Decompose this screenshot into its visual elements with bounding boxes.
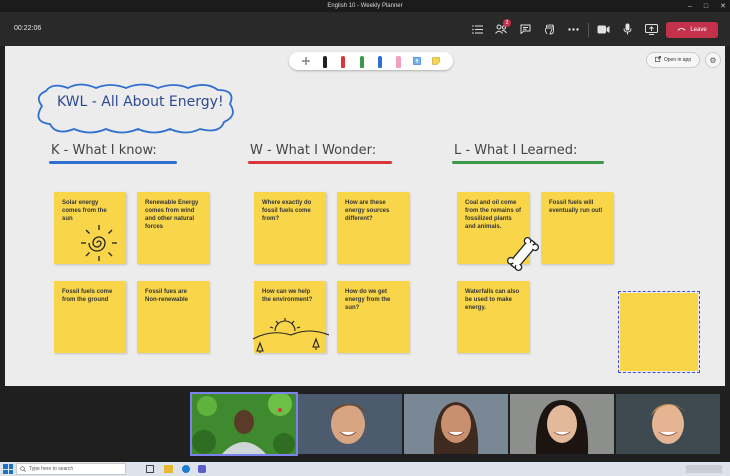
note-text: Fossil fuels come from the ground: [62, 289, 113, 303]
sticky-note-icon[interactable]: [431, 55, 440, 68]
more-icon[interactable]: [566, 22, 580, 36]
bone-doodle-icon: [506, 236, 540, 272]
participant-video-tile[interactable]: [404, 394, 508, 454]
sun-doodle-icon: [81, 225, 117, 261]
participant-video-tile[interactable]: [190, 392, 298, 456]
search-icon: [20, 466, 26, 474]
column-heading-learned: L - What I Learned:: [454, 143, 578, 158]
sticky-note[interactable]: Waterfalls can also be used to make ener…: [457, 281, 529, 353]
system-tray: [686, 465, 722, 473]
green-pen-icon[interactable]: [357, 55, 366, 68]
pen-toolbar: [289, 52, 453, 70]
sticky-note[interactable]: Renewable Energy comes from wind and oth…: [137, 192, 209, 264]
share-icon[interactable]: [644, 22, 658, 36]
note-text: Fossil fuels will eventually run out!: [549, 200, 603, 214]
search-placeholder: Type here to search: [29, 466, 74, 472]
note-text: Coal and oil come from the remains of fo…: [465, 200, 522, 230]
file-explorer-icon[interactable]: [164, 465, 173, 473]
black-pen-icon[interactable]: [320, 55, 329, 68]
note-text: Renewable Energy comes from wind and oth…: [145, 200, 199, 230]
gear-icon[interactable]: ⚙: [705, 52, 721, 68]
maximize-icon[interactable]: □: [704, 3, 708, 10]
insert-image-icon[interactable]: [413, 55, 422, 68]
underline-learned: [452, 161, 604, 164]
window-controls: – □ ✕: [688, 0, 726, 12]
people-count-badge: 2: [503, 19, 511, 27]
window-titlebar: English 10 - Weekly Planner – □ ✕: [0, 0, 730, 12]
underline-wonder: [248, 161, 392, 164]
leave-label: Leave: [690, 27, 707, 33]
sticky-note[interactable]: Where exactly do fossil fuels come from?: [254, 192, 326, 264]
chat-icon[interactable]: [518, 22, 532, 36]
windows-taskbar: Type here to search: [0, 462, 730, 476]
participant-video-tile[interactable]: [298, 394, 402, 454]
participant-video-strip: [0, 386, 730, 462]
sticky-note[interactable]: Fossil fuels come from the ground: [54, 281, 126, 353]
note-text: Solar energy comes from the sun: [62, 200, 107, 222]
sticky-note[interactable]: Fossil fuels will eventually run out!: [541, 192, 613, 264]
note-text: Where exactly do fossil fuels come from?: [262, 200, 312, 222]
teams-icon[interactable]: [198, 465, 206, 473]
people-icon[interactable]: 2: [494, 19, 511, 36]
windows-logo-icon[interactable]: [3, 464, 13, 474]
select-tool-icon[interactable]: [302, 55, 311, 68]
column-heading-know: K - What I know:: [51, 143, 157, 158]
list-icon[interactable]: [470, 22, 484, 36]
note-text: How can we help the environment?: [262, 289, 313, 303]
note-text: Fossil fues are Non-renewable: [145, 289, 189, 303]
open-in-app-button[interactable]: Open in app: [646, 52, 700, 68]
phone-icon: [677, 27, 686, 33]
camera-icon[interactable]: [596, 22, 610, 36]
meeting-toolbar: 00:22:06 2 Leave: [0, 12, 730, 46]
minimize-icon[interactable]: –: [688, 3, 692, 10]
taskview-icon[interactable]: [146, 465, 154, 473]
taskbar-search-input[interactable]: Type here to search: [16, 463, 126, 475]
leave-button[interactable]: Leave: [666, 22, 718, 38]
underline-know: [49, 161, 177, 164]
open-in-app-label: Open in app: [663, 57, 692, 63]
whiteboard-canvas[interactable]: Open in app ⚙ KWL - All About Energy! K …: [5, 46, 725, 386]
note-text: Waterfalls can also be used to make ener…: [465, 289, 520, 311]
note-text: How are these energy sources different?: [345, 200, 390, 222]
selected-empty-sticky-note[interactable]: [618, 291, 700, 373]
sticky-note[interactable]: Fossil fues are Non-renewable: [137, 281, 209, 353]
eraser-icon[interactable]: [394, 55, 403, 68]
sticky-note[interactable]: How do we get energy from the sun?: [337, 281, 409, 353]
open-external-icon: [654, 56, 661, 64]
window-title: English 10 - Weekly Planner: [327, 3, 403, 9]
note-text: How do we get energy from the sun?: [345, 289, 391, 311]
toolbar-divider: [588, 23, 589, 37]
blue-pen-icon[interactable]: [376, 55, 385, 68]
column-heading-wonder: W - What I Wonder:: [250, 143, 377, 158]
raise-hand-icon[interactable]: [542, 22, 556, 36]
participant-video-tile[interactable]: [616, 394, 720, 454]
red-pen-icon[interactable]: [339, 55, 348, 68]
participant-video-tile[interactable]: [510, 394, 614, 454]
close-icon[interactable]: ✕: [720, 2, 726, 10]
mic-icon[interactable]: [620, 22, 634, 36]
board-title: KWL - All About Energy!: [57, 94, 224, 110]
meeting-timer: 00:22:06: [14, 25, 42, 32]
landscape-doodle-icon: [252, 318, 330, 353]
sticky-note[interactable]: How are these energy sources different?: [337, 192, 409, 264]
edge-icon[interactable]: [182, 465, 190, 473]
